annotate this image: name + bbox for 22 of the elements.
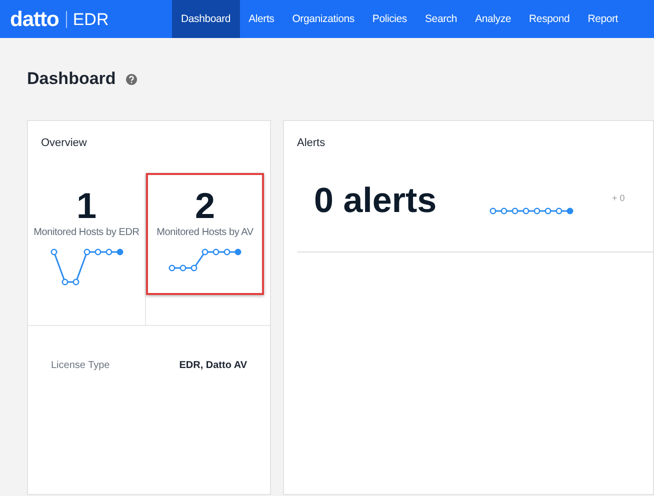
card-title: Overview [40, 136, 88, 151]
card-title: Alerts [296, 136, 326, 151]
nav-tab[interactable]: Analyze [466, 0, 520, 38]
stat-label: Monitored Hosts by AV [156, 227, 254, 238]
nav-tab[interactable]: Organizations [283, 0, 364, 38]
nav-tab[interactable]: Dashboard [172, 0, 240, 38]
alert-count: 0 alerts [314, 181, 438, 221]
logo: datto [10, 10, 67, 28]
stat-value: 1 [76, 189, 97, 223]
stat-label: Monitored Hosts by EDR [34, 227, 140, 238]
nav-tab[interactable]: Respond [520, 0, 579, 38]
page-title: Dashboard [27, 69, 116, 89]
nav-tab[interactable]: Alerts [240, 0, 284, 38]
license-label: License Type [51, 360, 110, 371]
stat-value: 2 [194, 189, 216, 223]
alert-change: + 0 [612, 193, 625, 203]
product-name: EDR [72, 10, 109, 28]
nav-tab[interactable]: Policies [363, 0, 416, 38]
license-value: EDR, Datto AV [179, 360, 247, 371]
help-icon[interactable] [126, 74, 137, 84]
nav-tab[interactable]: Search [416, 0, 466, 38]
nav-tab[interactable]: Report [578, 0, 628, 38]
